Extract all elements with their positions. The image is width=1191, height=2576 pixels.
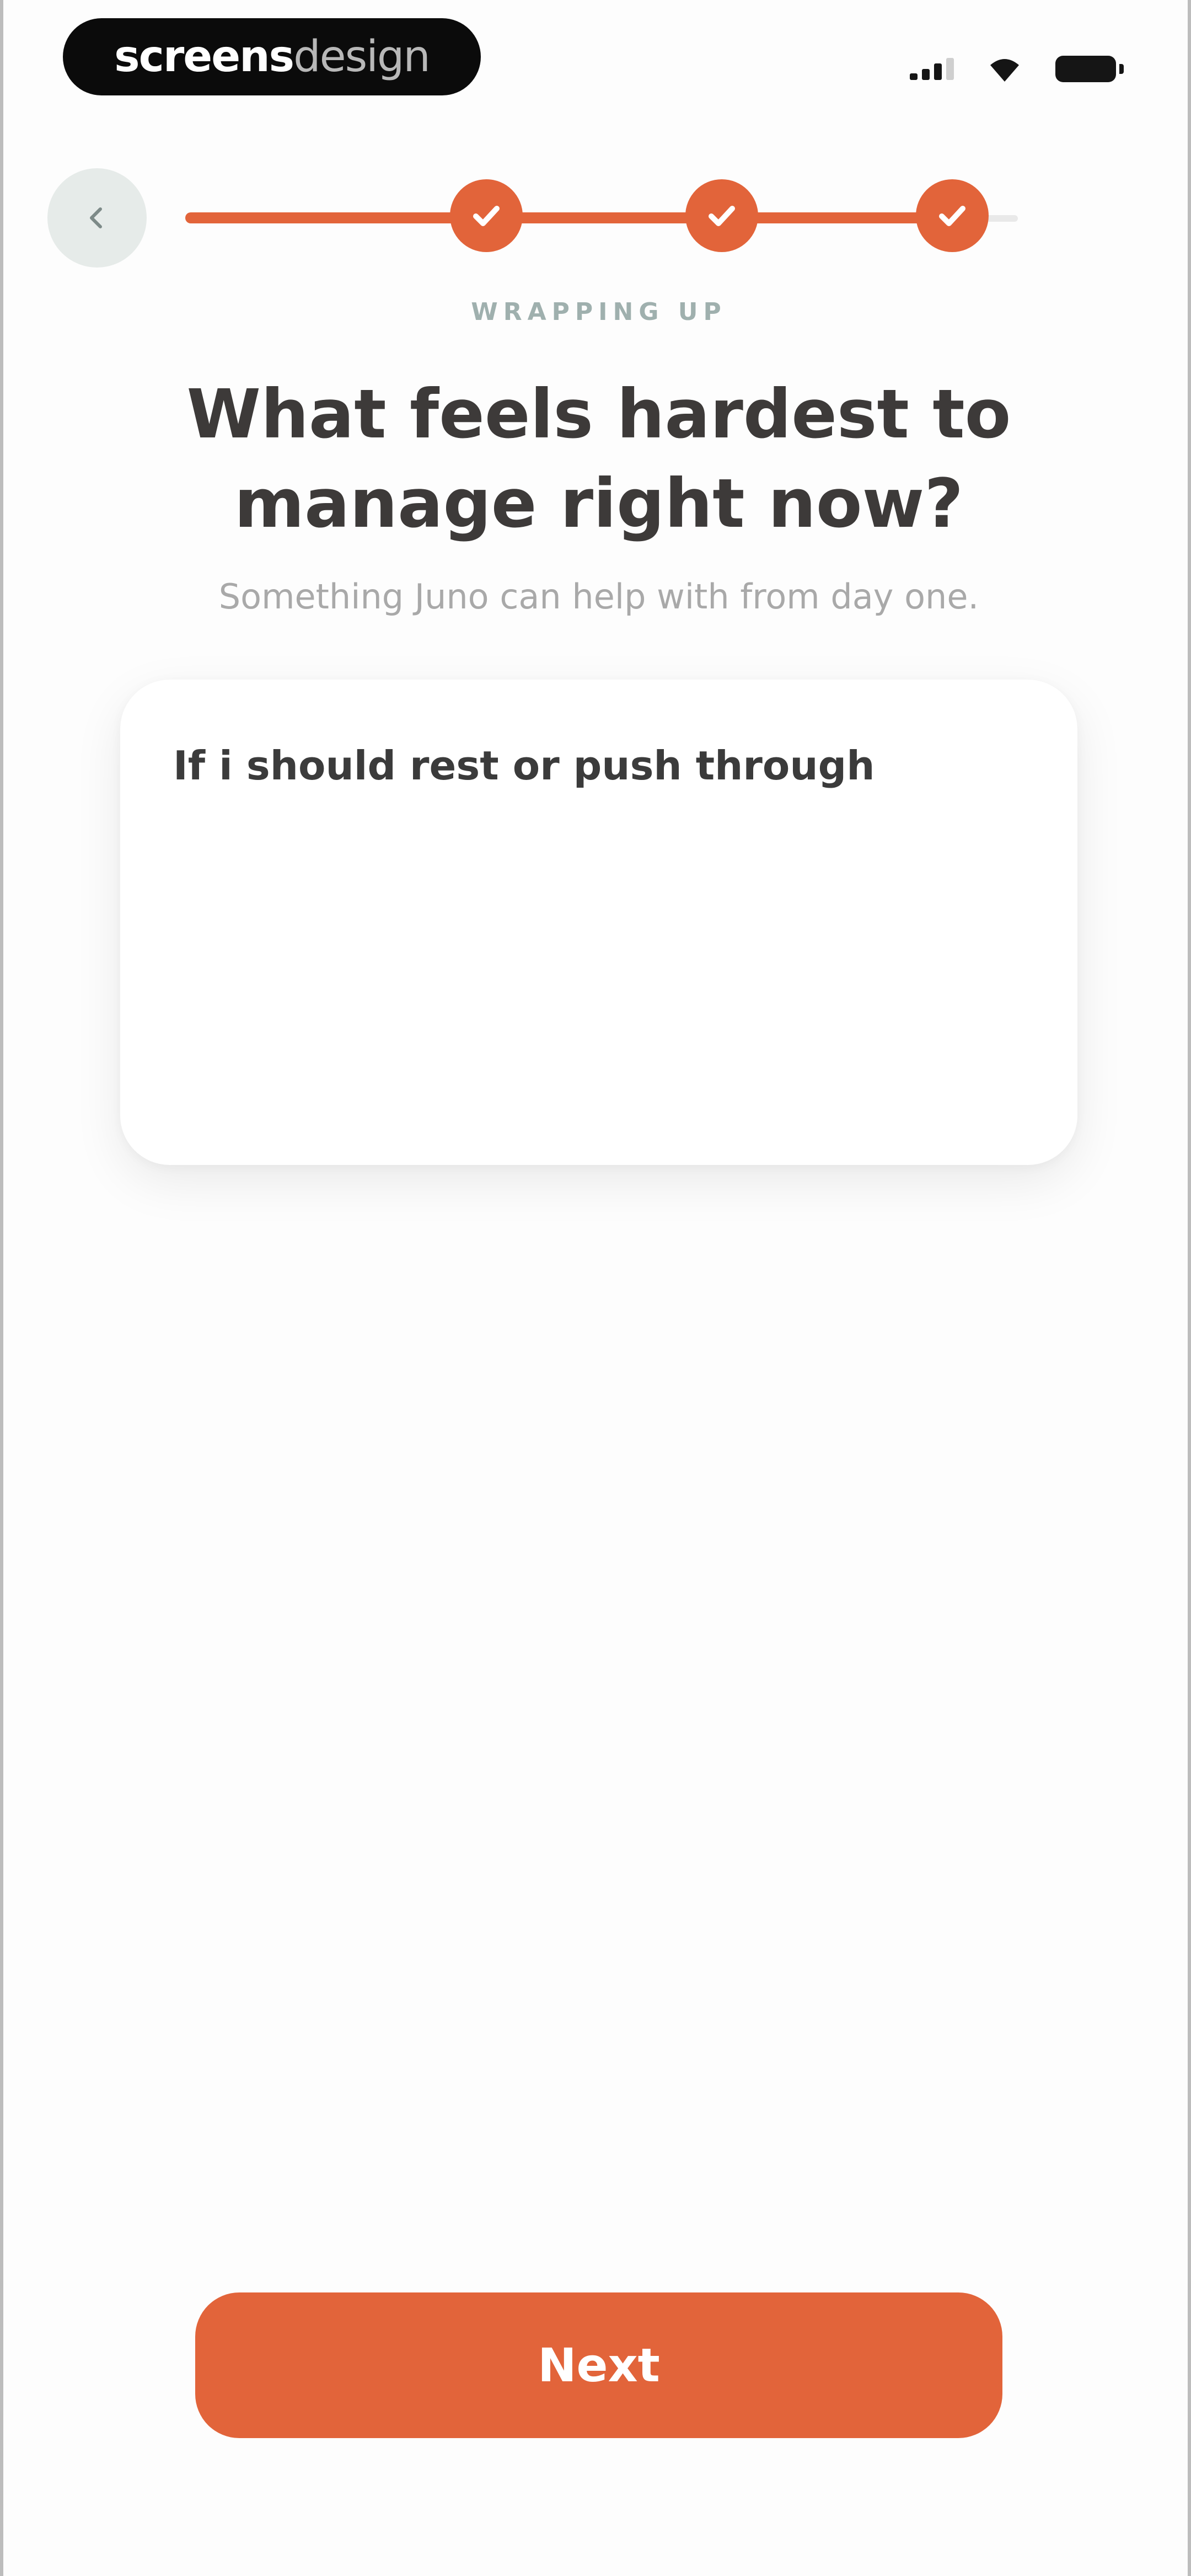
status-icons [910, 52, 1124, 85]
check-icon [473, 206, 500, 226]
progress-fill [185, 212, 957, 223]
next-button[interactable]: Next [195, 2292, 1002, 2438]
brand-wordmark: screensdesign [114, 32, 431, 82]
answer-text-field[interactable]: If i should rest or push through [173, 740, 1033, 792]
check-icon [709, 206, 735, 226]
brand-part-design: design [293, 32, 431, 82]
chevron-left-icon [90, 207, 102, 228]
progress-step-complete [450, 179, 523, 252]
question-title: What feels hardest to manage right now? [186, 375, 1011, 543]
brand-part-screens: screens [114, 32, 294, 82]
progress-step-complete [685, 179, 758, 252]
wifi-icon [990, 59, 1019, 82]
battery-icon [1055, 56, 1124, 82]
check-icon [939, 206, 965, 226]
cellular-signal-icon [910, 58, 954, 80]
section-eyebrow: WRAPPING UP [471, 298, 727, 326]
brand-logo: screensdesign [63, 18, 481, 95]
progress-step-complete [916, 179, 989, 252]
progress-bar [185, 179, 1018, 252]
screen-frame: screensdesign WRAPPING UP What feels har… [0, 0, 1191, 2576]
back-button[interactable] [47, 168, 147, 268]
question-subtitle: Something Juno can help with from day on… [218, 576, 979, 617]
answer-card: If i should rest or push through [120, 680, 1077, 1165]
